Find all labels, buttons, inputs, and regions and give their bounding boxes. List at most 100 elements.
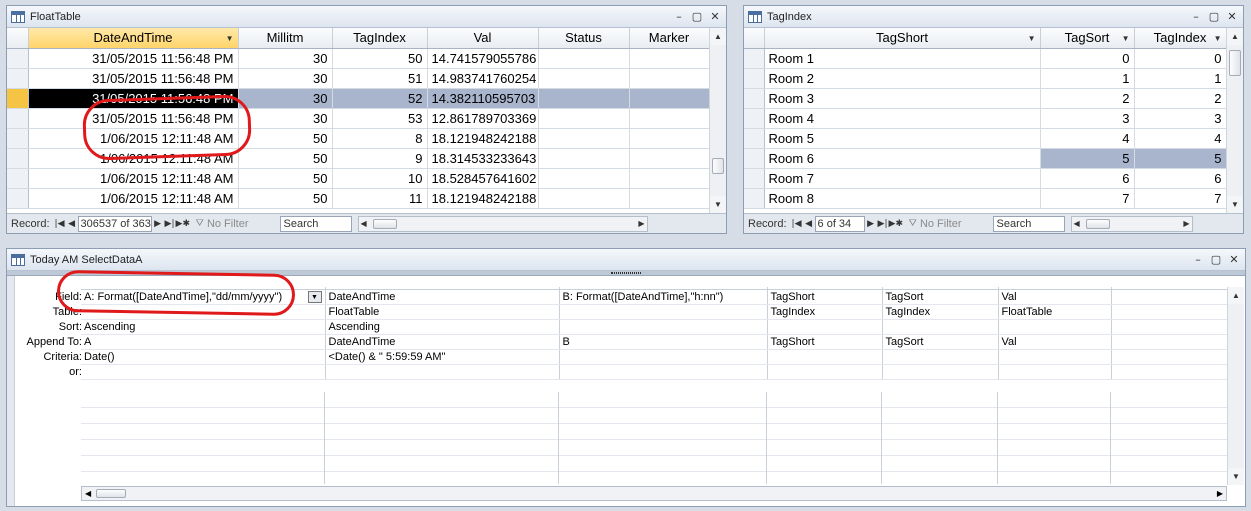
query-cell-field[interactable]: B: Format([DateAndTime],"h:nn") xyxy=(559,289,768,305)
query-cell-table[interactable]: TagIndex xyxy=(767,304,883,320)
minimize-icon[interactable]: – xyxy=(672,10,686,24)
cell-marker[interactable] xyxy=(629,188,710,209)
scroll-down-icon[interactable]: ▼ xyxy=(1227,196,1243,213)
table-row[interactable]: 1/06/2015 12:11:48 AM 50 9 18.314533233643 xyxy=(7,148,710,169)
cell-marker[interactable] xyxy=(629,68,710,89)
cell-millitm[interactable]: 50 xyxy=(238,168,333,189)
close-icon[interactable]: ✕ xyxy=(1225,10,1239,24)
scroll-thumb[interactable] xyxy=(712,158,724,174)
cell-val[interactable]: 18.121948242188 xyxy=(427,128,539,149)
query-vertical-scrollbar[interactable]: ▲ ▼ xyxy=(1227,287,1244,485)
search-input[interactable]: Search xyxy=(992,215,1065,232)
cell-val[interactable]: 12.861789703369 xyxy=(427,108,539,129)
floattable-titlebar[interactable]: FloatTable – ▢ ✕ xyxy=(7,6,726,28)
next-record-icon[interactable]: ▶ xyxy=(865,219,877,229)
scroll-thumb[interactable] xyxy=(372,218,397,229)
query-cell-append[interactable]: TagSort xyxy=(882,334,999,350)
previous-record-icon[interactable]: ◀ xyxy=(66,219,78,229)
table-row[interactable]: 31/05/2015 11:56:48 PM 30 50 14.74157905578… xyxy=(7,48,710,69)
cell-tagindex[interactable]: 50 xyxy=(332,48,428,69)
row-selector[interactable] xyxy=(744,128,765,149)
query-titlebar[interactable]: Today AM SelectDataA – ▢ ✕ xyxy=(7,249,1245,271)
query-cell-sort[interactable]: Ascending xyxy=(325,319,560,335)
table-row[interactable]: Room 433 xyxy=(744,108,1227,129)
floattable-vertical-scrollbar[interactable]: ▲ ▼ xyxy=(709,28,726,213)
first-record-icon[interactable]: |◀ xyxy=(791,219,803,229)
column-header-marker[interactable]: Marker xyxy=(629,28,710,49)
cell-status[interactable] xyxy=(538,188,630,209)
last-record-icon[interactable]: ▶| xyxy=(877,219,889,229)
row-selector[interactable] xyxy=(744,48,765,69)
minimize-icon[interactable]: – xyxy=(1189,10,1203,24)
column-header-tagsort[interactable]: TagSort ▼ xyxy=(1040,28,1135,49)
table-row[interactable]: Room 766 xyxy=(744,168,1227,189)
cell-millitm[interactable]: 50 xyxy=(238,128,333,149)
row-selector[interactable] xyxy=(744,188,765,209)
cell-status[interactable] xyxy=(538,108,630,129)
cell-tagindex[interactable]: 4 xyxy=(1134,128,1227,149)
column-header-dateandtime[interactable]: DateAndTime ▼ xyxy=(28,28,239,49)
cell-tagindex[interactable]: 51 xyxy=(332,68,428,89)
cell-dateandtime[interactable]: 1/06/2015 12:11:48 AM xyxy=(28,148,239,169)
query-cell-sort[interactable] xyxy=(559,319,768,335)
search-input[interactable]: Search xyxy=(279,215,352,232)
restore-icon[interactable]: ▢ xyxy=(1207,10,1221,24)
cell-marker[interactable] xyxy=(629,168,710,189)
query-cell-field[interactable]: TagSort xyxy=(882,289,999,305)
cell-tagsort[interactable]: 6 xyxy=(1040,168,1135,189)
scroll-right-icon[interactable]: ▶ xyxy=(638,219,644,228)
query-cell-table[interactable]: FloatTable xyxy=(998,304,1112,320)
column-header-status[interactable]: Status xyxy=(538,28,630,49)
scroll-up-icon[interactable]: ▲ xyxy=(1228,287,1244,304)
cell-val[interactable]: 14.741579055786 xyxy=(427,48,539,69)
cell-marker[interactable] xyxy=(629,88,710,109)
splitter-grip[interactable] xyxy=(611,272,641,274)
cell-tagindex[interactable]: 5 xyxy=(1134,148,1227,169)
cell-status[interactable] xyxy=(538,128,630,149)
query-cell-append[interactable]: Val xyxy=(998,334,1112,350)
restore-icon[interactable]: ▢ xyxy=(690,10,704,24)
query-cell-criteria[interactable] xyxy=(767,349,883,365)
cell-status[interactable] xyxy=(538,88,630,109)
cell-tagindex[interactable]: 1 xyxy=(1134,68,1227,89)
cell-status[interactable] xyxy=(538,68,630,89)
query-cell-field[interactable]: DateAndTime xyxy=(325,289,560,305)
new-record-icon[interactable]: ▶✱ xyxy=(176,219,190,229)
query-cell-or[interactable] xyxy=(882,364,999,380)
table-row[interactable]: Room 544 xyxy=(744,128,1227,149)
row-selector[interactable] xyxy=(7,68,29,89)
restore-icon[interactable]: ▢ xyxy=(1209,253,1223,267)
scroll-down-icon[interactable]: ▼ xyxy=(710,196,726,213)
cell-millitm[interactable]: 30 xyxy=(238,48,333,69)
query-cell-table[interactable] xyxy=(1111,304,1228,320)
cell-tagindex[interactable]: 6 xyxy=(1134,168,1227,189)
table-row[interactable]: 31/05/2015 11:56:48 PM 30 51 14.98374176025… xyxy=(7,68,710,89)
tagindex-vertical-scrollbar[interactable]: ▲ ▼ xyxy=(1226,28,1243,213)
query-cell-field[interactable] xyxy=(1111,289,1228,305)
cell-val[interactable]: 18.121948242188 xyxy=(427,188,539,209)
sort-filter-icon[interactable]: ▼ xyxy=(1122,34,1130,43)
cell-millitm[interactable]: 50 xyxy=(238,148,333,169)
cell-dateandtime[interactable]: 31/05/2015 11:56:48 PM xyxy=(28,68,239,89)
table-row[interactable]: Room 211 xyxy=(744,68,1227,89)
cell-tagshort[interactable]: Room 1 xyxy=(764,48,1041,69)
cell-tagshort[interactable]: Room 4 xyxy=(764,108,1041,129)
query-cell-or[interactable] xyxy=(559,364,768,380)
cell-dateandtime[interactable]: 1/06/2015 12:11:48 AM xyxy=(28,188,239,209)
query-cell-append[interactable]: DateAndTime xyxy=(325,334,560,350)
tagindex-horizontal-scrollbar[interactable]: ◀ ▶ xyxy=(1070,215,1193,232)
first-record-icon[interactable]: |◀ xyxy=(54,219,66,229)
cell-val[interactable]: 14.983741760254 xyxy=(427,68,539,89)
cell-tagindex[interactable]: 53 xyxy=(332,108,428,129)
column-header-millitm[interactable]: Millitm xyxy=(238,28,333,49)
cell-dateandtime[interactable]: 31/05/2015 11:56:48 PM xyxy=(28,88,239,109)
cell-status[interactable] xyxy=(538,168,630,189)
column-header-tagindex[interactable]: TagIndex xyxy=(332,28,428,49)
cell-tagindex[interactable]: 52 xyxy=(332,88,428,109)
column-header-tagshort[interactable]: TagShort ▼ xyxy=(764,28,1041,49)
cell-millitm[interactable]: 50 xyxy=(238,188,333,209)
row-selector[interactable] xyxy=(7,48,29,69)
scroll-left-icon[interactable]: ◀ xyxy=(1074,219,1080,228)
no-filter-button[interactable]: ⛛ No Filter xyxy=(909,218,989,230)
cell-tagindex[interactable]: 7 xyxy=(1134,188,1227,209)
